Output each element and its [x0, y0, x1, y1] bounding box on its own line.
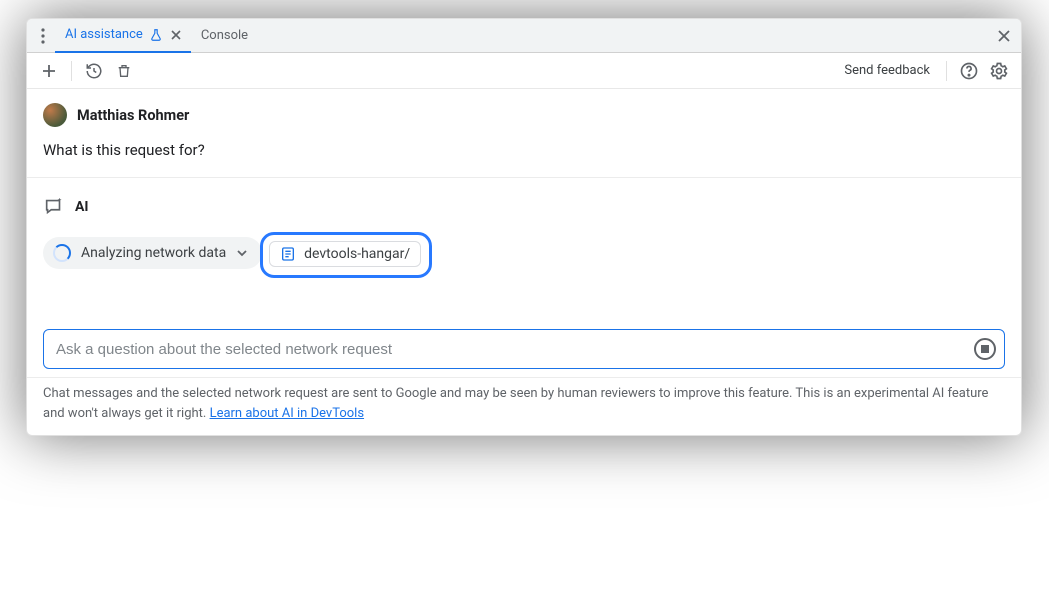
disclaimer: Chat messages and the selected network r… — [27, 377, 1021, 435]
document-icon — [280, 246, 296, 262]
help-icon[interactable] — [955, 57, 983, 85]
sparkle-chat-icon — [43, 196, 65, 218]
new-chat-icon[interactable] — [35, 57, 63, 85]
delete-icon[interactable] — [110, 57, 138, 85]
close-tab-icon[interactable] — [171, 30, 181, 40]
context-highlight: devtools-hangar/ — [260, 232, 432, 278]
tab-bar: AI assistance Console — [27, 19, 1021, 53]
spinner-icon — [53, 244, 71, 262]
user-message: What is this request for? — [43, 141, 1005, 159]
analyzing-chip[interactable]: Analyzing network data — [43, 237, 262, 269]
tab-label: Console — [201, 28, 248, 43]
stop-button[interactable] — [974, 338, 996, 360]
ai-header: AI — [43, 196, 1005, 218]
tab-label: AI assistance — [65, 27, 143, 42]
user-header: Matthias Rohmer — [43, 103, 1005, 127]
separator — [946, 61, 947, 81]
chevron-down-icon — [236, 247, 248, 259]
more-menu-icon[interactable] — [31, 19, 55, 53]
settings-icon[interactable] — [985, 57, 1013, 85]
separator — [71, 61, 72, 81]
tab-ai-assistance[interactable]: AI assistance — [55, 19, 191, 53]
chat-body: Matthias Rohmer What is this request for… — [27, 89, 1021, 329]
devtools-panel: AI assistance Console — [26, 18, 1022, 436]
analyzing-text: Analyzing network data — [81, 245, 226, 261]
send-feedback-link[interactable]: Send feedback — [836, 63, 938, 78]
avatar — [43, 103, 67, 127]
context-chip[interactable]: devtools-hangar/ — [269, 241, 421, 267]
ai-label: AI — [75, 199, 89, 215]
disclaimer-text: Chat messages and the selected network r… — [43, 386, 988, 421]
close-panel-icon[interactable] — [987, 19, 1021, 53]
divider — [27, 177, 1021, 178]
username: Matthias Rohmer — [77, 107, 189, 124]
learn-more-link[interactable]: Learn about AI in DevTools — [210, 406, 364, 421]
prompt-input[interactable] — [56, 341, 974, 358]
prompt-input-row — [43, 329, 1005, 369]
context-chip-label: devtools-hangar/ — [304, 246, 410, 262]
toolbar: Send feedback — [27, 53, 1021, 89]
history-icon[interactable] — [80, 57, 108, 85]
tab-console[interactable]: Console — [191, 19, 258, 53]
flask-icon — [149, 28, 163, 42]
